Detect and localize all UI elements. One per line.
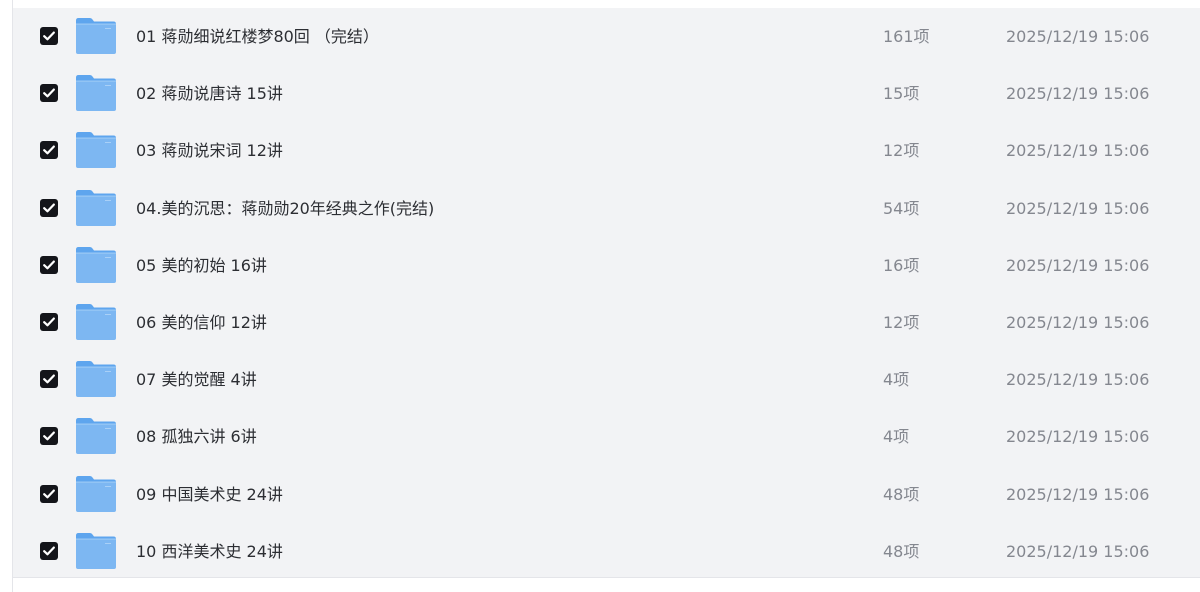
modified-date: 2025/12/19 15:06 [1006, 198, 1150, 218]
file-row[interactable]: 08 孤独六讲 6讲 4项 2025/12/19 15:06 [13, 408, 1200, 465]
item-count: 54项 [883, 198, 920, 218]
item-count: 4项 [883, 427, 910, 447]
file-name[interactable]: 01 蒋勋细说红楼梦80回 （完结） [136, 8, 379, 65]
file-row[interactable]: 09 中国美术史 24讲 48项 2025/12/19 15:06 [13, 466, 1200, 523]
file-name[interactable]: 03 蒋勋说宋词 12讲 [136, 122, 283, 179]
file-row[interactable]: 04.美的沉思：蒋勋勋20年经典之作(完结) 54项 2025/12/19 15… [13, 180, 1200, 237]
file-name[interactable]: 07 美的觉醒 4讲 [136, 351, 257, 408]
checkmark-icon [43, 374, 55, 384]
modified-date: 2025/12/19 15:06 [1006, 427, 1150, 447]
row-checkbox[interactable] [40, 541, 58, 560]
checkmark-icon [43, 546, 55, 556]
file-row[interactable]: 07 美的觉醒 4讲 4项 2025/12/19 15:06 [13, 351, 1200, 408]
modified-date: 2025/12/19 15:06 [1006, 370, 1150, 390]
file-row[interactable]: 01 蒋勋细说红楼梦80回 （完结） 161项 2025/12/19 15:06 [13, 8, 1200, 65]
file-row[interactable]: 05 美的初始 16讲 16项 2025/12/19 15:06 [13, 237, 1200, 294]
item-count: 12项 [883, 313, 920, 332]
row-checkbox[interactable] [40, 370, 58, 389]
checkmark-icon [43, 260, 55, 270]
row-checkbox[interactable] [40, 198, 58, 217]
folder-icon[interactable] [75, 131, 117, 169]
checkmark-icon [43, 489, 55, 498]
modified-date: 2025/12/19 15:06 [1006, 541, 1150, 561]
file-row[interactable]: 06 美的信仰 12讲 12项 2025/12/19 15:06 [13, 294, 1200, 351]
file-name[interactable]: 08 孤独六讲 6讲 [136, 408, 257, 465]
folder-icon[interactable] [75, 189, 117, 227]
row-checkbox[interactable] [40, 27, 58, 45]
modified-date: 2025/12/19 15:06 [1006, 27, 1150, 46]
file-name[interactable]: 02 蒋勋说唐诗 15讲 [136, 65, 283, 122]
item-count: 15项 [883, 84, 920, 104]
folder-icon[interactable] [75, 360, 117, 398]
checkmark-icon [43, 203, 55, 212]
file-name[interactable]: 06 美的信仰 12讲 [136, 294, 267, 351]
item-count: 16项 [883, 255, 920, 275]
item-count: 12项 [883, 141, 920, 161]
list-bottom-divider [13, 577, 1200, 578]
row-checkbox[interactable] [40, 427, 58, 446]
folder-icon[interactable] [75, 303, 117, 341]
row-checkbox[interactable] [40, 141, 58, 160]
modified-date: 2025/12/19 15:06 [1006, 313, 1150, 332]
checkmark-icon [43, 31, 55, 41]
file-name[interactable]: 04.美的沉思：蒋勋勋20年经典之作(完结) [136, 180, 434, 237]
item-count: 4项 [883, 370, 910, 390]
item-count: 48项 [883, 541, 920, 561]
item-count: 161项 [883, 27, 930, 46]
row-checkbox[interactable] [40, 313, 58, 331]
file-row[interactable]: 03 蒋勋说宋词 12讲 12项 2025/12/19 15:06 [13, 122, 1200, 179]
file-row[interactable]: 10 西洋美术史 24讲 48项 2025/12/19 15:06 [13, 523, 1200, 580]
folder-icon[interactable] [75, 532, 117, 570]
row-checkbox[interactable] [40, 484, 58, 503]
row-checkbox[interactable] [40, 255, 58, 274]
file-list: 01 蒋勋细说红楼梦80回 （完结） 161项 2025/12/19 15:06… [13, 8, 1200, 577]
file-name[interactable]: 09 中国美术史 24讲 [136, 466, 283, 523]
folder-icon[interactable] [75, 475, 117, 513]
checkmark-icon [43, 317, 55, 327]
file-browser: 01 蒋勋细说红楼梦80回 （完结） 161项 2025/12/19 15:06… [0, 0, 1200, 592]
item-count: 48项 [883, 484, 920, 504]
file-name[interactable]: 10 西洋美术史 24讲 [136, 523, 283, 580]
file-row[interactable]: 02 蒋勋说唐诗 15讲 15项 2025/12/19 15:06 [13, 65, 1200, 122]
checkmark-icon [43, 145, 55, 155]
checkmark-icon [43, 88, 55, 98]
modified-date: 2025/12/19 15:06 [1006, 84, 1150, 104]
modified-date: 2025/12/19 15:06 [1006, 484, 1150, 504]
folder-icon[interactable] [75, 74, 117, 112]
checkmark-icon [43, 431, 55, 441]
folder-icon[interactable] [75, 246, 117, 284]
modified-date: 2025/12/19 15:06 [1006, 255, 1150, 275]
row-checkbox[interactable] [40, 84, 58, 103]
folder-icon[interactable] [75, 417, 117, 455]
folder-icon[interactable] [75, 17, 117, 55]
file-name[interactable]: 05 美的初始 16讲 [136, 237, 267, 294]
modified-date: 2025/12/19 15:06 [1006, 141, 1150, 161]
